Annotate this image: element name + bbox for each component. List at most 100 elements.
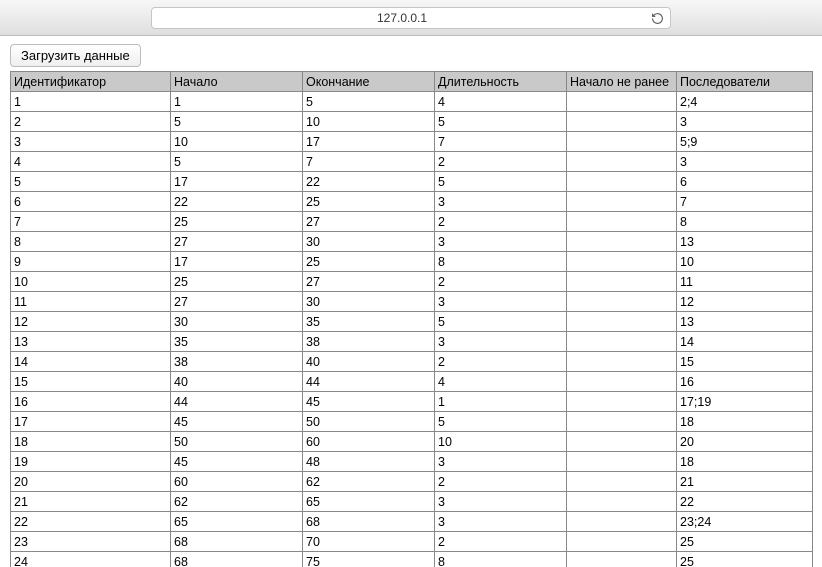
table-cell: [567, 512, 677, 532]
table-cell: 1: [435, 392, 567, 412]
table-cell: 30: [303, 232, 435, 252]
table-row: 164445117;19: [11, 392, 813, 412]
table-cell: 10: [171, 132, 303, 152]
table-cell: 8: [677, 212, 813, 232]
table-cell: 15: [11, 372, 171, 392]
table-cell: [567, 432, 677, 452]
table-cell: 21: [11, 492, 171, 512]
table-cell: 13: [677, 232, 813, 252]
table-cell: 65: [303, 492, 435, 512]
data-table: Идентификатор Начало Окончание Длительно…: [10, 71, 813, 567]
table-cell: 23;24: [677, 512, 813, 532]
table-cell: 18: [11, 432, 171, 452]
table-row: 102527211: [11, 272, 813, 292]
table-cell: 40: [303, 352, 435, 372]
table-row: 143840215: [11, 352, 813, 372]
table-cell: [567, 452, 677, 472]
table-cell: 3: [435, 292, 567, 312]
table-cell: 11: [11, 292, 171, 312]
table-cell: 62: [171, 492, 303, 512]
table-row: 112730312: [11, 292, 813, 312]
table-cell: 4: [435, 92, 567, 112]
table-cell: 3: [435, 512, 567, 532]
table-cell: 3: [435, 232, 567, 252]
table-cell: 75: [303, 552, 435, 567]
table-cell: 27: [171, 232, 303, 252]
table-cell: 22: [303, 172, 435, 192]
table-cell: 8: [435, 252, 567, 272]
table-cell: [567, 352, 677, 372]
table-cell: 9: [11, 252, 171, 272]
load-data-button[interactable]: Загрузить данные: [10, 44, 141, 67]
col-duration: Длительность: [435, 72, 567, 92]
table-row: 226568323;24: [11, 512, 813, 532]
table-cell: 24: [11, 552, 171, 567]
table-cell: 65: [171, 512, 303, 532]
table-cell: 27: [171, 292, 303, 312]
table-cell: 40: [171, 372, 303, 392]
table-cell: 50: [303, 412, 435, 432]
table-cell: [567, 92, 677, 112]
table-row: 7252728: [11, 212, 813, 232]
table-cell: 10: [677, 252, 813, 272]
table-cell: 18: [677, 452, 813, 472]
table-cell: 10: [303, 112, 435, 132]
address-bar[interactable]: 127.0.0.1: [151, 7, 671, 29]
table-row: 5172256: [11, 172, 813, 192]
table-cell: 2: [435, 352, 567, 372]
table-cell: 68: [171, 552, 303, 567]
col-id: Идентификатор: [11, 72, 171, 92]
table-cell: 38: [303, 332, 435, 352]
table-cell: [567, 212, 677, 232]
col-end: Окончание: [303, 72, 435, 92]
table-cell: 8: [11, 232, 171, 252]
table-row: 1850601020: [11, 432, 813, 452]
table-cell: 5: [435, 172, 567, 192]
table-row: 174550518: [11, 412, 813, 432]
table-row: 45723: [11, 152, 813, 172]
table-cell: 2: [435, 472, 567, 492]
table-cell: 16: [677, 372, 813, 392]
table-cell: 14: [677, 332, 813, 352]
table-cell: 7: [303, 152, 435, 172]
table-cell: [567, 392, 677, 412]
table-cell: 3: [11, 132, 171, 152]
table-cell: 30: [303, 292, 435, 312]
table-cell: [567, 112, 677, 132]
table-cell: 45: [303, 392, 435, 412]
table-cell: [567, 532, 677, 552]
page-content: Загрузить данные Идентификатор Начало Ок…: [0, 36, 822, 567]
table-cell: 35: [171, 332, 303, 352]
table-cell: 45: [171, 412, 303, 432]
table-cell: 6: [11, 192, 171, 212]
table-cell: 25: [171, 272, 303, 292]
reload-icon[interactable]: [648, 10, 666, 28]
table-row: 827303 13: [11, 232, 813, 252]
table-cell: 3: [435, 492, 567, 512]
table-cell: 17: [11, 412, 171, 432]
table-cell: 5: [11, 172, 171, 192]
table-cell: 27: [303, 212, 435, 232]
table-cell: 25: [171, 212, 303, 232]
table-cell: 7: [435, 132, 567, 152]
table-cell: 2: [435, 532, 567, 552]
table-cell: 6: [677, 172, 813, 192]
address-url: 127.0.0.1: [160, 11, 644, 25]
table-row: 6222537: [11, 192, 813, 212]
table-cell: 3: [435, 192, 567, 212]
table-cell: 48: [303, 452, 435, 472]
table-cell: 10: [11, 272, 171, 292]
table-cell: 30: [171, 312, 303, 332]
table-cell: [567, 472, 677, 492]
table-cell: 2: [435, 272, 567, 292]
table-cell: 27: [303, 272, 435, 292]
table-cell: [567, 192, 677, 212]
table-row: 91725810: [11, 252, 813, 272]
table-cell: 17: [171, 172, 303, 192]
table-row: 3101775;9: [11, 132, 813, 152]
table-cell: 5: [171, 112, 303, 132]
table-cell: 20: [11, 472, 171, 492]
table-cell: 68: [303, 512, 435, 532]
table-cell: 3: [435, 452, 567, 472]
table-cell: 38: [171, 352, 303, 372]
